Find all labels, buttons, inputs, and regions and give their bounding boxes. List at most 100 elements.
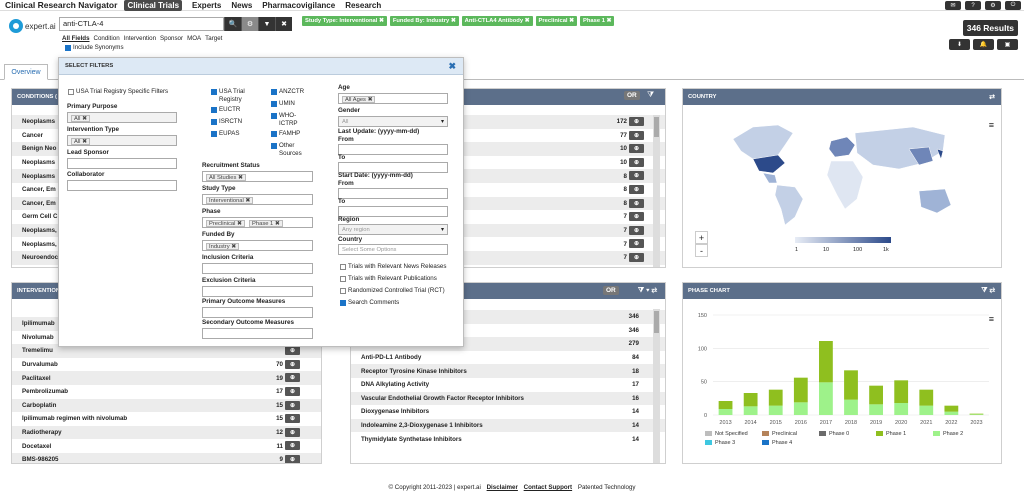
- registry-checkbox[interactable]: [211, 89, 217, 95]
- moa-or-toggle[interactable]: OR: [603, 286, 619, 295]
- nav-clinical-trials[interactable]: Clinical Trials: [124, 0, 183, 11]
- inclusion-input[interactable]: [202, 263, 313, 274]
- gender-select[interactable]: All ▾: [338, 116, 448, 127]
- add-filter-button[interactable]: ⊕: [629, 157, 644, 167]
- add-filter-button[interactable]: ⊕: [285, 359, 300, 369]
- registry-usa[interactable]: USA Trial Registry: [211, 88, 269, 104]
- list-item[interactable]: Durvalumab 70 ⊕: [12, 358, 321, 372]
- add-filter-button[interactable]: ⊕: [285, 346, 300, 356]
- download-icon[interactable]: ⬇: [949, 39, 970, 50]
- registry-checkbox[interactable]: [271, 113, 277, 119]
- intervention-type-select[interactable]: All ✖: [67, 135, 177, 146]
- option-checkbox[interactable]: [340, 276, 346, 282]
- world-map[interactable]: [723, 119, 963, 229]
- close-icon[interactable]: ✖: [448, 61, 456, 72]
- map-australia[interactable]: [918, 188, 952, 214]
- add-filter-button[interactable]: ⊕: [629, 117, 644, 126]
- add-filter-button[interactable]: ⊕: [629, 239, 644, 249]
- filter-chip[interactable]: Funded By: Industry ✖: [389, 16, 459, 26]
- collaborator-input[interactable]: [67, 180, 177, 191]
- add-filter-button[interactable]: ⊕: [629, 130, 644, 140]
- tab-overview[interactable]: Overview: [4, 64, 48, 80]
- registry-checkbox[interactable]: [211, 119, 217, 125]
- footer-disclaimer-link[interactable]: Disclaimer: [487, 484, 518, 491]
- option-checkbox[interactable]: [340, 264, 346, 270]
- add-filter-button[interactable]: ⊕: [629, 171, 644, 181]
- bell-icon[interactable]: 🔔: [973, 39, 994, 50]
- recruitment-status-select[interactable]: All Studies ✖: [202, 171, 313, 182]
- registry-eupas[interactable]: EUPAS: [211, 130, 240, 138]
- map-north-america-north[interactable]: [732, 124, 794, 162]
- registry-umin[interactable]: UMIN: [271, 100, 295, 108]
- include-synonyms[interactable]: Include Synonyms: [65, 44, 124, 51]
- map-south-america[interactable]: [774, 184, 804, 226]
- nav-pharmacovigilance[interactable]: Pharmacovigilance: [262, 1, 335, 10]
- list-item[interactable]: Pembrolizumab 17 ⊕: [12, 385, 321, 399]
- add-filter-button[interactable]: ⊕: [285, 414, 300, 424]
- filter-chip[interactable]: Study Type: Interventional ✖: [302, 16, 387, 26]
- list-item[interactable]: Receptor Tyrosine Kinase Inhibitors 18: [351, 364, 665, 378]
- add-filter-button[interactable]: ⊕: [629, 252, 644, 262]
- option-rct[interactable]: Randomized Controlled Trial (RCT): [340, 287, 445, 295]
- registry-isrctn[interactable]: ISRCTN: [211, 118, 242, 126]
- conditions-scrollbar[interactable]: [653, 115, 660, 267]
- map-zoom-out[interactable]: -: [695, 244, 708, 257]
- list-item[interactable]: Anti-PD-L1 Antibody 84: [351, 351, 665, 365]
- usa-specific-checkbox[interactable]: [68, 89, 74, 95]
- nav-news[interactable]: News: [231, 1, 252, 10]
- phase-select[interactable]: Preclinical ✖ Phase 1 ✖: [202, 217, 313, 228]
- nav-research[interactable]: Research: [345, 1, 381, 10]
- expand-icon[interactable]: ⇄: [989, 93, 995, 101]
- registry-checkbox[interactable]: [211, 107, 217, 113]
- map-asia[interactable]: [854, 126, 946, 170]
- age-select[interactable]: All Ages ✖: [338, 93, 448, 104]
- add-filter-button[interactable]: ⊕: [629, 184, 644, 194]
- registry-checkbox[interactable]: [271, 101, 277, 107]
- clear-search-icon[interactable]: ✖: [275, 17, 292, 31]
- option-news-releases[interactable]: Trials with Relevant News Releases: [340, 263, 446, 271]
- conditions-filter-icon[interactable]: ⧩: [647, 90, 654, 100]
- conditions-or-toggle[interactable]: OR: [624, 91, 640, 100]
- power-icon[interactable]: ⏻: [1005, 1, 1021, 10]
- add-filter-button[interactable]: ⊕: [285, 427, 300, 437]
- add-filter-button[interactable]: ⊕: [629, 144, 644, 154]
- list-item[interactable]: Indoleamine 2,3-Dioxygenase 1 Inhibitors…: [351, 418, 665, 433]
- map-africa[interactable]: [826, 160, 864, 210]
- add-filter-button[interactable]: ⊕: [629, 198, 644, 208]
- primary-outcome-input[interactable]: [202, 307, 313, 318]
- menu-icon[interactable]: ≡: [989, 120, 994, 130]
- option-checkbox[interactable]: [340, 288, 346, 294]
- search-input[interactable]: anti-CTLA-4: [59, 17, 224, 31]
- primary-purpose-select[interactable]: All ✖: [67, 112, 177, 123]
- registry-famhp[interactable]: FAMHP: [271, 130, 300, 138]
- registry-other[interactable]: Other Sources: [271, 142, 311, 158]
- field-tab-moa[interactable]: MOA: [187, 35, 201, 42]
- registry-euctr[interactable]: EUCTR: [211, 106, 240, 114]
- add-filter-button[interactable]: ⊕: [285, 441, 300, 451]
- filter-chip[interactable]: Anti-CTLA4 Antibody ✖: [461, 16, 533, 26]
- add-filter-button[interactable]: ⊕: [285, 373, 300, 383]
- phase-chart-filter-icons[interactable]: ⧩ ⇄: [981, 287, 995, 295]
- list-item[interactable]: Thymidylate Synthetase Inhibitors 14: [351, 432, 665, 446]
- registry-who-ictrp[interactable]: WHO-ICTRP: [271, 112, 311, 128]
- nav-experts[interactable]: Experts: [192, 1, 221, 10]
- list-item[interactable]: Ipilimumab regimen with nivolumab 15 ⊕: [12, 412, 321, 426]
- add-filter-button[interactable]: ⊕: [285, 386, 300, 396]
- list-item[interactable]: DNA Alkylating Activity 17: [351, 378, 665, 392]
- list-item[interactable]: Vascular Endothelial Growth Factor Recep…: [351, 391, 665, 406]
- moa-scrollbar[interactable]: [653, 309, 660, 463]
- option-publications[interactable]: Trials with Relevant Publications: [340, 275, 437, 283]
- registry-checkbox[interactable]: [271, 131, 277, 137]
- map-zoom-in[interactable]: +: [695, 231, 708, 244]
- registry-checkbox[interactable]: [211, 131, 217, 137]
- list-item[interactable]: Paclitaxel 19 ⊕: [12, 371, 321, 385]
- add-filter-button[interactable]: ⊕: [629, 225, 644, 235]
- filter-chip[interactable]: Phase 1 ✖: [580, 16, 615, 26]
- field-tab-condition[interactable]: Condition: [94, 35, 120, 42]
- chat-icon[interactable]: ✉: [945, 1, 961, 10]
- option-checkbox[interactable]: [340, 300, 346, 306]
- study-type-select[interactable]: Interventional ✖: [202, 194, 313, 205]
- moa-filter-icons[interactable]: ⧩ ▾ ⇄: [638, 287, 657, 295]
- search-icon[interactable]: 🔍: [224, 17, 241, 31]
- exclusion-input[interactable]: [202, 286, 313, 297]
